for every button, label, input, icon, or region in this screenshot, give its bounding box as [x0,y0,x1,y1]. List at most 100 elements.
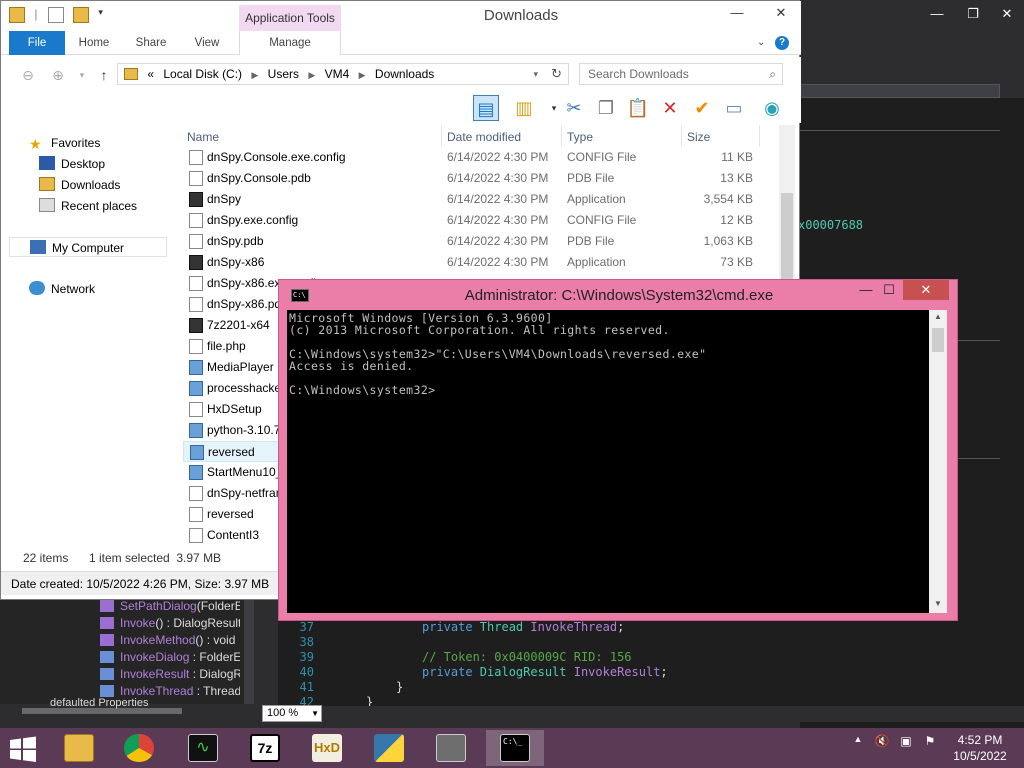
chevron-down-icon[interactable]: ▾ [533,64,538,84]
tree-node[interactable]: InvokeMethod() : void [100,632,240,649]
cmd-icon[interactable]: C:\ [291,289,309,302]
restore-icon[interactable]: ❐ [956,4,990,24]
chevron-right-icon[interactable]: ▶ [308,65,315,85]
breadcrumb-downloads[interactable]: Downloads [375,64,434,84]
taskbar-file-explorer[interactable] [50,730,108,766]
assembly-tree[interactable]: SetPathDialog(FolderE Invoke() : DialogRe… [0,598,244,704]
refresh-icon[interactable]: ↻ [551,64,562,84]
column-divider[interactable] [759,125,760,147]
scrollbar-thumb[interactable] [932,328,944,352]
column-header-date[interactable]: Date modified [447,127,521,147]
tab-manage[interactable]: Manage [239,31,341,55]
taskbar-task-view[interactable] [422,730,480,766]
maximize-icon[interactable]: ☐ [877,280,901,300]
file-row[interactable]: dnSpy 6/14/2022 4:30 PM Application 3,554 K… [183,189,773,210]
search-input[interactable]: Search Downloads ⌕ [579,63,783,85]
close-icon[interactable]: ✕ [990,4,1024,24]
breadcrumb-local-disk[interactable]: Local Disk (C:) [163,64,242,84]
chevron-up-icon[interactable]: ▲ [850,734,866,750]
taskbar-python[interactable] [360,730,418,766]
close-icon[interactable]: ✕ [767,3,795,23]
column-divider[interactable] [441,125,442,147]
column-divider[interactable] [681,125,682,147]
nav-my-computer[interactable]: My Computer [9,237,167,257]
taskbar-7zip[interactable]: 7z [236,730,294,766]
code-scrollbar-horizontal[interactable] [278,706,1024,722]
column-header-name[interactable]: Name [187,127,219,147]
tree-node[interactable]: InvokeDialog : FolderE [100,649,240,666]
file-row[interactable]: dnSpy-x86 6/14/2022 4:30 PM Application 73 … [183,252,773,273]
folder-options-icon[interactable]: ▥ [511,95,537,121]
clock[interactable]: 4:52 PM 10/5/2022 [940,732,1020,764]
nav-network[interactable]: Network [29,279,95,299]
chevron-right-icon[interactable]: ▶ [251,65,258,85]
nav-desktop[interactable]: Desktop [39,154,105,174]
breadcrumb-overflow[interactable]: « [147,64,154,84]
minimize-icon[interactable]: — [853,280,879,300]
back-icon[interactable]: ⊖ [17,65,39,85]
chevron-up-icon[interactable]: ▲ [929,312,947,321]
scrollbar-thumb[interactable] [781,193,793,283]
taskbar-chrome[interactable] [110,730,168,766]
tree-node[interactable]: Invoke() : DialogResult [100,615,240,632]
rename-icon[interactable]: ▭ [721,95,747,121]
chevron-down-icon[interactable]: ▾ [71,65,93,85]
speaker-muted-icon[interactable]: 🔇 [874,734,890,750]
column-header-size[interactable]: Size [687,127,710,147]
minimize-icon[interactable]: — [920,4,954,24]
method-icon [100,600,114,612]
network-icon[interactable]: ◉ [759,95,785,121]
copy-icon[interactable]: ❐ [593,95,619,121]
chevron-down-icon[interactable]: ▼ [929,599,947,608]
breadcrumb-vm4[interactable]: VM4 [325,64,350,84]
file-icon [189,234,203,249]
help-icon[interactable]: ? [775,36,789,50]
taskbar-hxd[interactable]: HxD [298,730,356,766]
chevron-down-icon[interactable]: ▾ [98,7,114,23]
tab-share[interactable]: Share [127,31,175,55]
file-row[interactable]: dnSpy.Console.exe.config 6/14/2022 4:30 P… [183,147,773,168]
tab-file[interactable]: File [9,31,65,55]
preview-pane-icon[interactable]: ▤ [473,95,499,121]
file-row[interactable]: dnSpy.exe.config 6/14/2022 4:30 PM CONFIG … [183,210,773,231]
network-icon[interactable]: ▣ [898,734,914,750]
tree-scrollbar-vertical[interactable] [244,598,254,704]
taskbar-cmd[interactable]: C:\_ [486,730,544,766]
tab-home[interactable]: Home [71,31,117,55]
console-scrollbar[interactable]: ▲ ▼ [929,310,947,613]
checkmark-icon[interactable]: ✔ [689,95,715,121]
cut-icon[interactable]: ✂ [561,95,587,121]
folder-icon[interactable] [9,7,25,23]
forward-icon[interactable]: ⊕ [47,65,69,85]
taskbar-resource-monitor[interactable]: ∿ [174,730,232,766]
paste-icon[interactable]: 📋 [625,95,651,121]
up-icon[interactable]: ↑ [93,65,115,85]
windows-start-button[interactable] [8,736,40,762]
chevron-right-icon[interactable]: ▶ [359,65,366,85]
code-token: private [422,620,480,634]
file-row[interactable]: dnSpy.Console.pdb 6/14/2022 4:30 PM PDB Fi… [183,168,773,189]
zoom-select[interactable]: 100 % ▼ [262,705,322,722]
breadcrumb-users[interactable]: Users [268,64,299,84]
cmd-titlebar[interactable]: C:\ Administrator: C:\Windows\System32\c… [279,280,959,310]
tree-node[interactable]: defaulted Properties [50,697,148,709]
nav-recent-places[interactable]: Recent places [39,196,137,216]
new-folder-icon[interactable] [73,7,90,23]
tab-view[interactable]: View [185,31,229,55]
nav-favorites[interactable]: ★ Favorites [29,133,100,153]
console-output[interactable]: Microsoft Windows [Version 6.3.9600] (c) … [287,310,929,613]
code-editor[interactable]: 37 private Thread InvokeThread; 38 39 // Tok… [278,618,1024,709]
file-row[interactable]: dnSpy.pdb 6/14/2022 4:30 PM PDB File 1,063 … [183,231,773,252]
delete-icon[interactable]: ✕ [657,95,683,121]
column-header-type[interactable]: Type [567,127,593,147]
properties-icon[interactable] [47,7,64,23]
minimize-icon[interactable]: — [723,3,751,23]
tree-node[interactable]: SetPathDialog(FolderE [100,598,240,615]
address-bar[interactable]: « Local Disk (C:) ▶ Users ▶ VM4 ▶ Downlo… [117,63,569,85]
nav-downloads[interactable]: Downloads [39,175,120,195]
column-divider[interactable] [561,125,562,147]
action-center-icon[interactable]: ⚑ [922,734,938,750]
tree-node[interactable]: InvokeResult : DialogR [100,666,240,683]
chevron-down-icon[interactable]: ⌄ [757,37,765,48]
close-icon[interactable]: ✕ [903,280,949,300]
